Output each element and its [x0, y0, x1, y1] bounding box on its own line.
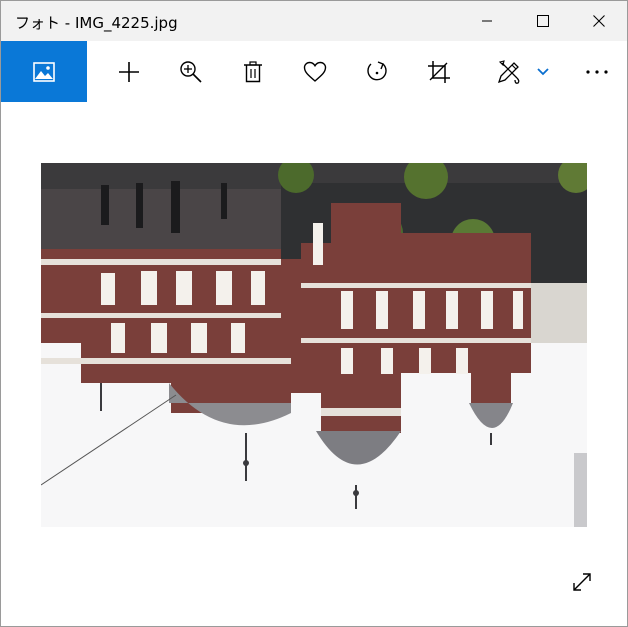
- maximize-icon: [537, 15, 549, 27]
- edit-create-dropdown[interactable]: [529, 41, 557, 102]
- title-bar[interactable]: フォト - IMG_4225.jpg: [1, 1, 627, 41]
- edit-create-button[interactable]: [491, 41, 527, 102]
- chevron-down-icon: [537, 67, 549, 75]
- image-viewer[interactable]: [1, 102, 627, 626]
- window-title: フォト - IMG_4225.jpg: [15, 14, 178, 32]
- crop-button[interactable]: [415, 41, 463, 102]
- rotate-button[interactable]: [353, 41, 401, 102]
- zoom-in-icon: [180, 60, 202, 83]
- rotate-icon: [367, 60, 387, 80]
- favorite-button[interactable]: [291, 41, 339, 102]
- delete-button[interactable]: [229, 41, 277, 102]
- heart-icon: [303, 61, 327, 82]
- close-button[interactable]: [571, 1, 627, 41]
- crop-icon: [428, 60, 450, 83]
- pencil-brush-icon: [497, 59, 520, 84]
- expand-diagonal-icon: [573, 573, 591, 591]
- minimize-button[interactable]: [459, 1, 515, 41]
- photos-window: フォト - IMG_4225.jpg: [0, 0, 628, 627]
- photos-app-button[interactable]: [1, 41, 87, 102]
- add-button[interactable]: [105, 41, 153, 102]
- expand-button[interactable]: [563, 563, 601, 601]
- photos-app-icon: [33, 61, 55, 82]
- minimize-icon: [482, 20, 492, 22]
- maximize-button[interactable]: [515, 1, 571, 41]
- plus-icon: [119, 61, 139, 82]
- ellipsis-icon: [586, 69, 608, 74]
- toolbar: [1, 41, 627, 102]
- close-icon: [593, 15, 605, 27]
- zoom-button[interactable]: [167, 41, 215, 102]
- trash-icon: [244, 60, 262, 82]
- photo-image: [41, 163, 587, 527]
- more-button[interactable]: [573, 41, 621, 102]
